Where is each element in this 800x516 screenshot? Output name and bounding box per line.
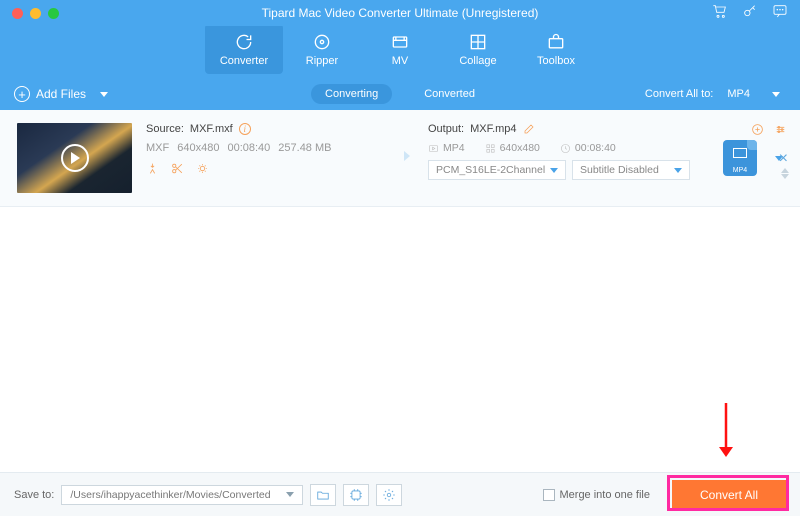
- chevron-down-icon: [550, 168, 558, 173]
- convert-all-to-value: MP4: [727, 88, 750, 100]
- audio-select-value: PCM_S16LE-2Channel: [436, 164, 545, 176]
- format-badge-label: MP4: [723, 167, 757, 174]
- reorder-controls: [781, 168, 789, 179]
- merge-checkbox-group[interactable]: Merge into one file: [543, 489, 651, 501]
- output-meta: MP4 640x480 00:08:40: [428, 142, 697, 154]
- convert-all-to-label: Convert All to:: [645, 88, 713, 100]
- convert-all-to-select[interactable]: MP4: [721, 86, 786, 102]
- source-name: MXF.mxf: [190, 123, 233, 135]
- convert-all-to: Convert All to: MP4: [645, 86, 786, 102]
- output-info: Output: MXF.mp4 MP4 640x480 00:08:40 PCM…: [428, 123, 697, 193]
- audio-select[interactable]: PCM_S16LE-2Channel: [428, 160, 566, 180]
- info-icon[interactable]: i: [239, 123, 251, 135]
- output-format: MP4: [443, 142, 465, 154]
- close-window-button[interactable]: [12, 8, 23, 19]
- window-title: Tipard Mac Video Converter Ultimate (Unr…: [262, 6, 539, 20]
- source-meta: MXF 640x480 00:08:40 257.48 MB: [146, 142, 376, 154]
- cart-icon[interactable]: [712, 3, 728, 24]
- tab-mv[interactable]: MV: [361, 24, 439, 74]
- save-path-select[interactable]: /Users/ihappyacethinker/Movies/Converted: [61, 485, 303, 505]
- source-codec: MXF: [146, 142, 169, 154]
- sub-tabs: Converting Converted: [311, 84, 489, 104]
- play-icon: [61, 144, 89, 172]
- move-up-button[interactable]: [781, 168, 789, 173]
- chevron-down-icon: [286, 492, 294, 497]
- chevron-down-icon[interactable]: [100, 92, 108, 97]
- output-name: MXF.mp4: [470, 123, 516, 135]
- subtab-converting[interactable]: Converting: [311, 84, 392, 104]
- source-size: 257.48 MB: [278, 142, 331, 154]
- edit-tools: [146, 162, 376, 178]
- subtitle-select-value: Subtitle Disabled: [580, 164, 659, 176]
- arrow-icon: [390, 149, 414, 168]
- compress-icon[interactable]: [146, 162, 159, 178]
- add-files-button[interactable]: + Add Files: [14, 86, 108, 102]
- source-duration: 00:08:40: [227, 142, 270, 154]
- merge-checkbox[interactable]: [543, 489, 555, 501]
- file-row: Source: MXF.mxf i MXF 640x480 00:08:40 2…: [0, 110, 800, 206]
- merge-label: Merge into one file: [560, 489, 651, 501]
- output-duration: 00:08:40: [575, 142, 616, 154]
- control-strip: + Add Files Converting Converted Convert…: [0, 78, 800, 110]
- maximize-window-button[interactable]: [48, 8, 59, 19]
- cut-icon[interactable]: [171, 162, 184, 178]
- enhance-icon[interactable]: [196, 162, 209, 178]
- settings-button[interactable]: [376, 484, 402, 506]
- chevron-down-icon: [674, 168, 682, 173]
- bottom-bar: Save to: /Users/ihappyacethinker/Movies/…: [0, 472, 800, 516]
- header-icons: [712, 3, 788, 24]
- source-label: Source:: [146, 123, 184, 135]
- window-controls: [12, 8, 59, 19]
- tab-collage-label: Collage: [459, 55, 496, 67]
- open-folder-button[interactable]: [310, 484, 336, 506]
- file-list: Source: MXF.mxf i MXF 640x480 00:08:40 2…: [0, 110, 800, 207]
- remove-file-button[interactable]: ×: [779, 150, 788, 168]
- minimize-window-button[interactable]: [30, 8, 41, 19]
- output-resolution: 640x480: [500, 142, 540, 154]
- tab-mv-label: MV: [392, 55, 409, 67]
- edit-icon[interactable]: [523, 123, 535, 135]
- window-titlebar: Tipard Mac Video Converter Ultimate (Unr…: [0, 0, 800, 26]
- chevron-down-icon: [772, 92, 780, 97]
- metadata-icon[interactable]: [751, 123, 764, 141]
- hw-accel-button[interactable]: [343, 484, 369, 506]
- tab-converter-label: Converter: [220, 55, 268, 67]
- add-files-label: Add Files: [36, 87, 86, 101]
- plus-icon: +: [14, 86, 30, 102]
- tab-toolbox[interactable]: Toolbox: [517, 24, 595, 74]
- key-icon[interactable]: [742, 3, 758, 24]
- subtab-converted[interactable]: Converted: [410, 84, 489, 104]
- tab-converter[interactable]: Converter: [205, 24, 283, 74]
- tab-ripper-label: Ripper: [306, 55, 338, 67]
- main-tabs: Converter Ripper MV Collage Toolbox: [0, 26, 800, 78]
- tab-ripper[interactable]: Ripper: [283, 24, 361, 74]
- video-thumbnail[interactable]: [17, 123, 132, 193]
- source-info: Source: MXF.mxf i MXF 640x480 00:08:40 2…: [146, 123, 376, 193]
- settings-icon[interactable]: [774, 123, 787, 141]
- save-to-group: Save to: /Users/ihappyacethinker/Movies/…: [14, 484, 402, 506]
- save-path-value: /Users/ihappyacethinker/Movies/Converted: [70, 489, 270, 501]
- row-side-controls: [751, 123, 787, 141]
- feedback-icon[interactable]: [772, 3, 788, 24]
- tab-collage[interactable]: Collage: [439, 24, 517, 74]
- annotation-arrow: [716, 401, 736, 464]
- format-badge[interactable]: MP4: [723, 140, 757, 176]
- output-label: Output:: [428, 123, 464, 135]
- tab-toolbox-label: Toolbox: [537, 55, 575, 67]
- source-resolution: 640x480: [177, 142, 219, 154]
- convert-all-button[interactable]: Convert All: [672, 480, 786, 510]
- move-down-button[interactable]: [781, 174, 789, 179]
- save-to-label: Save to:: [14, 489, 54, 501]
- subtitle-select[interactable]: Subtitle Disabled: [572, 160, 690, 180]
